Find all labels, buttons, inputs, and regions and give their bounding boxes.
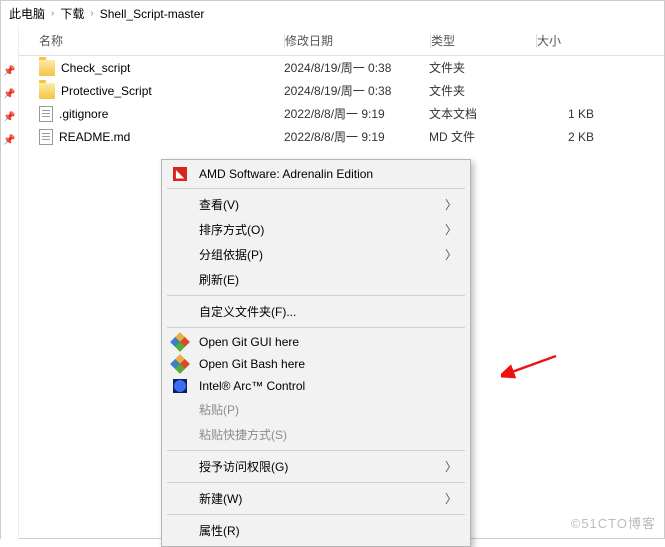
breadcrumb-leaf[interactable]: Shell_Script-master bbox=[100, 7, 205, 21]
table-row[interactable]: .gitignore 2022/8/8/周一 9:19文本文档1 KB bbox=[19, 102, 664, 125]
menu-item[interactable]: 刷新(E) bbox=[165, 267, 467, 292]
menu-item[interactable]: Open Git Bash here bbox=[165, 353, 467, 375]
git-icon bbox=[170, 332, 190, 352]
table-row[interactable]: Check_script 2024/8/19/周一 0:38文件夹 bbox=[19, 56, 664, 79]
column-type[interactable]: 类型 bbox=[431, 32, 536, 49]
menu-separator bbox=[167, 450, 465, 451]
file-date: 2024/8/19/周一 0:38 bbox=[284, 82, 429, 99]
quick-access-sidebar: 📌 📌 📌 📌 bbox=[1, 26, 19, 539]
menu-item[interactable]: 新建(W) 〉 bbox=[165, 486, 467, 511]
file-date: 2022/8/8/周一 9:19 bbox=[284, 128, 429, 145]
menu-item-label: 新建(W) bbox=[199, 490, 435, 507]
pin-icon: 📌 bbox=[3, 112, 15, 123]
column-size[interactable]: 大小 bbox=[537, 32, 617, 49]
table-row[interactable]: Protective_Script 2024/8/19/周一 0:38文件夹 bbox=[19, 79, 664, 102]
pin-icon: 📌 bbox=[3, 135, 15, 146]
menu-item: 粘贴(P) bbox=[165, 397, 467, 422]
amd-icon: ◣ bbox=[173, 167, 187, 181]
breadcrumb-root[interactable]: 此电脑 bbox=[9, 5, 45, 22]
menu-separator bbox=[167, 295, 465, 296]
menu-item-label: 授予访问权限(G) bbox=[199, 458, 435, 475]
file-name: Protective_Script bbox=[61, 84, 152, 98]
file-type: MD 文件 bbox=[429, 128, 534, 145]
folder-icon bbox=[39, 83, 55, 99]
menu-item-label: 自定义文件夹(F)... bbox=[199, 303, 461, 320]
menu-item[interactable]: 属性(R) bbox=[165, 518, 467, 543]
column-name[interactable]: 名称 bbox=[19, 32, 284, 49]
file-size: 2 KB bbox=[534, 130, 614, 144]
menu-item-label: Intel® Arc™ Control bbox=[199, 379, 461, 393]
menu-item-label: AMD Software: Adrenalin Edition bbox=[199, 167, 461, 181]
menu-item[interactable]: 授予访问权限(G) 〉 bbox=[165, 454, 467, 479]
menu-item: 粘贴快捷方式(S) bbox=[165, 422, 467, 447]
file-name: Check_script bbox=[61, 61, 130, 75]
context-menu: ◣AMD Software: Adrenalin Edition查看(V)〉排序… bbox=[161, 159, 471, 547]
chevron-right-icon: 〉 bbox=[445, 246, 461, 263]
file-type: 文本文档 bbox=[429, 105, 534, 122]
menu-item[interactable]: Intel® Arc™ Control bbox=[165, 375, 467, 397]
menu-item-label: 粘贴(P) bbox=[199, 401, 461, 418]
menu-separator bbox=[167, 327, 465, 328]
menu-item[interactable]: 自定义文件夹(F)... bbox=[165, 299, 467, 324]
git-icon bbox=[170, 354, 190, 374]
file-size: 1 KB bbox=[534, 107, 614, 121]
breadcrumb-mid[interactable]: 下载 bbox=[60, 5, 84, 22]
menu-item-label: 分组依据(P) bbox=[199, 246, 435, 263]
file-name: README.md bbox=[59, 130, 130, 144]
chevron-right-icon: 〉 bbox=[445, 458, 461, 475]
intel-arc-icon bbox=[173, 379, 187, 393]
chevron-right-icon: 〉 bbox=[445, 196, 461, 213]
pin-icon: 📌 bbox=[3, 66, 15, 77]
menu-item-label: 排序方式(O) bbox=[199, 221, 435, 238]
menu-item[interactable]: ◣ AMD Software: Adrenalin Edition bbox=[165, 163, 467, 185]
menu-item-label: Open Git GUI here bbox=[199, 335, 461, 349]
file-icon bbox=[39, 129, 53, 145]
folder-icon bbox=[39, 60, 55, 76]
menu-item-label: 查看(V) bbox=[199, 196, 435, 213]
menu-item-label: Open Git Bash here bbox=[199, 357, 461, 371]
menu-item[interactable]: 排序方式(O) 〉 bbox=[165, 217, 467, 242]
menu-item[interactable]: 查看(V) 〉 bbox=[165, 192, 467, 217]
chevron-right-icon: 〉 bbox=[445, 490, 461, 507]
file-type: 文件夹 bbox=[429, 82, 534, 99]
chevron-right-icon: › bbox=[51, 8, 54, 19]
menu-item-label: 属性(R) bbox=[199, 522, 461, 539]
file-type: 文件夹 bbox=[429, 59, 534, 76]
menu-separator bbox=[167, 188, 465, 189]
menu-item[interactable]: Open Git GUI here bbox=[165, 331, 467, 353]
column-date[interactable]: 修改日期 bbox=[285, 32, 430, 49]
file-date: 2022/8/8/周一 9:19 bbox=[284, 105, 429, 122]
menu-separator bbox=[167, 482, 465, 483]
menu-item[interactable]: 分组依据(P) 〉 bbox=[165, 242, 467, 267]
breadcrumb[interactable]: 此电脑 › 下载 › Shell_Script-master bbox=[1, 1, 664, 26]
menu-item-label: 刷新(E) bbox=[199, 271, 461, 288]
table-row[interactable]: README.md 2022/8/8/周一 9:19MD 文件2 KB bbox=[19, 125, 664, 148]
chevron-right-icon: 〉 bbox=[445, 221, 461, 238]
column-headers: 名称 修改日期 类型 大小 bbox=[19, 26, 664, 56]
file-icon bbox=[39, 106, 53, 122]
pin-icon: 📌 bbox=[3, 89, 15, 100]
file-name: .gitignore bbox=[59, 107, 108, 121]
menu-item-label: 粘贴快捷方式(S) bbox=[199, 426, 461, 443]
file-date: 2024/8/19/周一 0:38 bbox=[284, 59, 429, 76]
menu-separator bbox=[167, 514, 465, 515]
chevron-right-icon: › bbox=[90, 8, 93, 19]
watermark: ©51CTO博客 bbox=[571, 513, 656, 532]
